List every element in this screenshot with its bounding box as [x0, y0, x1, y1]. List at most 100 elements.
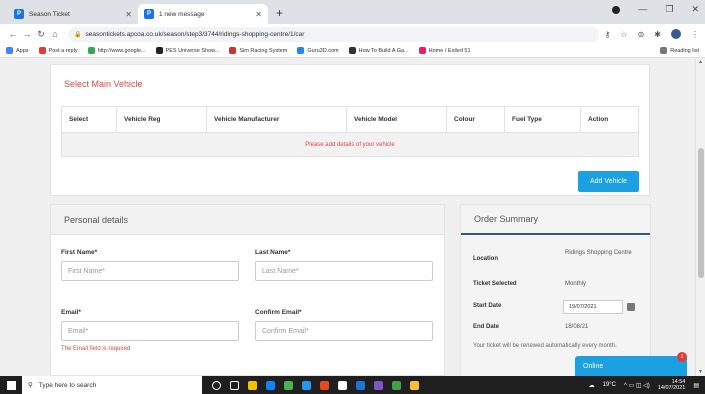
weather-temp[interactable]: 19°C	[603, 382, 616, 388]
cortana-icon[interactable]	[212, 380, 221, 390]
bookmark-item[interactable]: How To Build A Ga...	[348, 47, 409, 54]
vehicle-section: Select Main Vehicle Select Vehicle Reg V…	[50, 64, 650, 196]
ticket-label: Ticket Selected	[473, 281, 517, 287]
bookmark-favicon-icon	[348, 47, 356, 54]
browser-toolbar: ← → ↻ ⌂ 🔒 seasontickets.apcoa.co.uk/seas…	[0, 24, 705, 44]
first-name-group: First Name* First Name*	[61, 249, 239, 281]
site-favicon-icon: P	[14, 9, 24, 19]
column-header-action: Action	[580, 106, 639, 133]
chrome-icon[interactable]	[284, 380, 293, 390]
location-value: Ridings Shopping Centre	[565, 250, 632, 256]
page-viewport: Select Main Vehicle Select Vehicle Reg V…	[0, 58, 705, 376]
email-group: Email* Email* The Email field is require…	[61, 309, 239, 352]
close-window-icon[interactable]: ✕	[691, 4, 699, 15]
tab-label: 1 new message	[159, 10, 205, 18]
app-icon[interactable]	[410, 380, 419, 390]
calendar-icon[interactable]	[627, 303, 635, 311]
add-vehicle-button[interactable]: Add Vehicle	[578, 171, 639, 192]
task-view-icon[interactable]	[230, 380, 239, 390]
start-button[interactable]	[0, 380, 22, 390]
star-icon[interactable]: ☆	[620, 30, 627, 39]
taskbar-date: 14/07/2021	[657, 385, 686, 391]
search-icon: ⚲	[28, 382, 33, 389]
start-date-input[interactable]: 19/07/2021	[563, 300, 623, 314]
close-tab-icon[interactable]: ✕	[125, 10, 132, 19]
menu-dots-icon[interactable]: ⋮	[691, 30, 699, 39]
tab-label: Season Ticket	[29, 10, 70, 18]
column-header-model: Vehicle Model	[346, 106, 447, 133]
personal-details-section: Personal details First Name* First Name*…	[50, 204, 445, 376]
renewal-note: Your ticket will be renewed automaticall…	[473, 343, 617, 349]
last-name-input[interactable]: Last Name*	[255, 261, 433, 281]
window-controls: — ❐ ✕	[612, 4, 699, 15]
bookmark-favicon-icon	[38, 47, 46, 54]
taskbar-search-placeholder: Type here to search	[38, 381, 97, 389]
bookmark-item[interactable]: Home / Exiled 51	[418, 47, 471, 54]
bookmark-item[interactable]: Post a reply	[38, 47, 78, 54]
ticket-value: Monthly	[565, 281, 587, 287]
app-icon[interactable]	[320, 380, 329, 390]
tray-icons[interactable]: ^ ▭ ◫ ◁)	[624, 382, 650, 389]
minimize-icon[interactable]: —	[638, 4, 647, 15]
puzzle-icon[interactable]: ✱	[654, 30, 661, 39]
scroll-up-icon[interactable]: ▲	[698, 59, 703, 65]
start-date-label: Start Date	[473, 303, 502, 309]
taskbar-clock[interactable]: 14:54 14/07/2021	[658, 379, 686, 391]
address-bar[interactable]: 🔒 seasontickets.apcoa.co.uk/season/step3…	[68, 26, 599, 42]
taskbar-apps	[212, 380, 419, 390]
profile-icon[interactable]	[612, 6, 621, 14]
extension-icon[interactable]: ⊜	[638, 30, 645, 39]
bookmark-item[interactable]: Sim Racing System	[229, 47, 287, 54]
confirm-email-input[interactable]: Confirm Email*	[255, 321, 433, 341]
scrollbar-thumb[interactable]	[698, 148, 704, 278]
tab-new-message[interactable]: P 1 new message ✕	[138, 4, 268, 24]
bookmark-item[interactable]: PES Universe Show...	[155, 47, 219, 54]
bookmark-item[interactable]: http://www.google...	[87, 47, 146, 54]
email-input[interactable]: Email*	[61, 321, 239, 341]
reload-icon[interactable]: ↻	[34, 29, 48, 40]
edge-icon[interactable]	[266, 380, 275, 390]
home-icon[interactable]: ⌂	[48, 29, 62, 39]
app-icon[interactable]	[374, 380, 383, 390]
maximize-icon[interactable]: ❐	[665, 4, 673, 15]
last-name-group: Last Name* Last Name*	[255, 249, 433, 281]
file-explorer-icon[interactable]	[248, 380, 257, 390]
empty-vehicle-message: Please add details of your vehicle	[61, 132, 639, 157]
forward-icon[interactable]: →	[20, 29, 34, 39]
column-header-select: Select	[61, 106, 117, 133]
email-label: Email*	[61, 309, 81, 316]
store-icon[interactable]	[302, 380, 311, 390]
page-scrollbar[interactable]: ▲ ▼	[695, 58, 705, 376]
chat-notification-badge: 1	[677, 352, 687, 362]
back-icon[interactable]: ←	[6, 29, 20, 39]
column-header-colour: Colour	[446, 106, 505, 133]
end-date-value: 18/08/21	[565, 324, 589, 330]
first-name-input[interactable]: First Name*	[61, 261, 239, 281]
new-tab-icon[interactable]: +	[276, 6, 283, 20]
close-tab-icon[interactable]: ✕	[255, 10, 262, 19]
online-chat-label: Online	[583, 362, 604, 370]
vehicle-section-title: Select Main Vehicle	[64, 79, 143, 89]
taskbar-search[interactable]: ⚲ Type here to search	[22, 376, 202, 394]
bookmark-item[interactable]: Guru3D.com	[297, 47, 339, 54]
scroll-down-icon[interactable]: ▼	[698, 369, 703, 375]
windows-taskbar: ⚲ Type here to search ☁ 19°C ^ ▭ ◫ ◁) 14…	[0, 376, 705, 394]
bookmark-favicon-icon	[155, 47, 163, 54]
order-summary-section: Order Summary Location Ridings Shopping …	[460, 204, 651, 376]
app-icon[interactable]	[392, 380, 401, 390]
key-icon[interactable]: ⚷	[605, 30, 611, 39]
confirm-email-label: Confirm Email*	[255, 309, 302, 316]
weather-icon[interactable]: ☁	[589, 382, 595, 389]
bookmark-apps[interactable]: Apps	[6, 47, 29, 54]
url-text: seasontickets.apcoa.co.uk/season/step3/3…	[85, 30, 305, 38]
bookmarks-bar: Apps Post a reply http://www.google... P…	[0, 44, 705, 58]
online-chat-button[interactable]: Online	[575, 356, 687, 376]
app-icon[interactable]	[356, 380, 365, 390]
tab-season-ticket[interactable]: P Season Ticket ✕	[8, 4, 138, 24]
notification-icon[interactable]: ▤	[693, 382, 699, 389]
reading-list[interactable]: Reading list	[660, 47, 699, 54]
personal-details-title: Personal details	[51, 205, 444, 235]
app-icon[interactable]	[338, 380, 347, 390]
bookmark-favicon-icon	[297, 47, 305, 54]
avatar[interactable]	[671, 29, 681, 39]
